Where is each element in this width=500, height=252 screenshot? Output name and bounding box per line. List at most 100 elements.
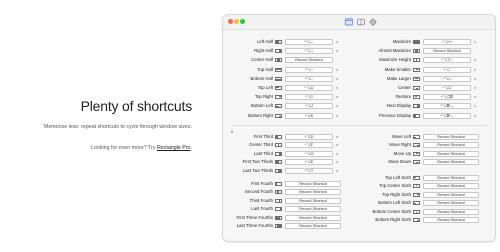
clear-shortcut-icon[interactable]: ×	[333, 142, 341, 148]
clear-shortcut-icon[interactable]: ×	[333, 113, 341, 119]
make-smaller-icon	[413, 67, 420, 72]
clear-shortcut-icon[interactable]: ×	[333, 48, 341, 54]
shortcut-recorder-first-fourth[interactable]: Record Shortcut	[285, 181, 341, 187]
clear-shortcut-icon[interactable]: ×	[471, 103, 479, 109]
next-display-icon	[413, 104, 420, 109]
shortcut-recorder-bottom-left-sixth[interactable]: Record Shortcut	[423, 200, 479, 207]
shortcut-recorder-top-half[interactable]: ^⌥↑	[285, 66, 333, 73]
shortcut-recorder-top-left[interactable]: ^⌥U	[285, 85, 333, 91]
clear-shortcut-icon[interactable]: ×	[471, 76, 479, 82]
shortcut-recorder-right-half[interactable]: ^⌥→	[285, 48, 333, 55]
shortcut-recorder-move-left[interactable]: Record Shortcut	[423, 134, 479, 140]
clear-shortcut-icon[interactable]: ×	[333, 85, 341, 91]
zoom-window-button[interactable]	[240, 19, 245, 24]
clear-shortcut-icon[interactable]: ×	[333, 151, 341, 157]
shortcut-recorder-third-fourth[interactable]: Record Shortcut	[285, 197, 341, 204]
shortcut-recorder-top-left-sixth[interactable]: Record Shortcut	[423, 175, 479, 181]
center-third-icon	[275, 143, 282, 148]
clear-shortcut-icon[interactable]: ×	[333, 67, 341, 73]
shortcut-recorder-second-fourth[interactable]: Record Shortcut	[285, 189, 341, 196]
shortcut-recorder-make-smaller[interactable]: ^⌥-	[423, 66, 471, 73]
shortcut-label-top-right-sixth: Top Right Sixth	[382, 191, 411, 197]
last-two-thirds-icon	[275, 168, 282, 173]
clear-shortcut-icon[interactable]: ×	[471, 39, 479, 45]
clear-shortcut-icon[interactable]: ×	[471, 67, 479, 73]
thumb-fill	[414, 96, 417, 98]
shortcut-recorder-make-larger[interactable]: ^⌥=	[423, 75, 471, 82]
shortcut-recorder-left-half[interactable]: ^⌥←	[285, 39, 333, 45]
clear-shortcut-icon[interactable]: ×	[471, 85, 479, 91]
window-layout-icon	[344, 18, 353, 25]
shortcut-recorder-first-two-thirds[interactable]: ^⌥E	[285, 159, 333, 166]
snap-areas-tab[interactable]	[356, 17, 365, 26]
clear-shortcut-icon[interactable]: ×	[333, 168, 341, 174]
shortcut-recorder-bottom-half[interactable]: ^⌥↓	[285, 75, 333, 82]
shortcut-recorder-maximize-height[interactable]: ^⌥⇧↑	[423, 57, 471, 64]
clear-shortcut-icon[interactable]: ×	[333, 39, 341, 45]
shortcut-recorder-almost-maximize[interactable]: Record Shortcut	[423, 48, 471, 55]
window-layout-tab[interactable]	[344, 17, 353, 26]
shortcut-recorder-maximize[interactable]: ^⌥↩	[423, 39, 471, 45]
shortcut-recorder-last-fourth[interactable]: Record Shortcut	[285, 206, 341, 213]
shortcut-recorder-last-two-thirds[interactable]: ^⌥T	[285, 167, 333, 174]
shortcut-label-second-fourth: Second Fourth	[244, 189, 273, 195]
clear-shortcut-icon[interactable]: ×	[471, 113, 479, 119]
clear-shortcut-icon[interactable]: ×	[333, 159, 341, 165]
shortcut-row-bottom-left: Bottom Left ^⌥J ×	[227, 103, 343, 110]
previous-display-icon	[413, 113, 420, 118]
shortcut-recorder-bottom-right[interactable]: ^⌥K	[285, 112, 333, 119]
expand-chevron-icon[interactable]: ▾	[231, 129, 233, 134]
bottom-left-sixth-icon	[413, 201, 420, 206]
shortcut-recorder-top-right-sixth[interactable]: Record Shortcut	[423, 191, 479, 198]
shortcut-label-right-half: Right Half	[254, 48, 273, 54]
rectangle-pro-link[interactable]: Rectangle Pro	[157, 145, 191, 151]
move-left-icon	[413, 135, 420, 139]
right-half-icon	[275, 49, 282, 54]
shortcut-label-top-right: Top Right	[254, 94, 273, 100]
thumb-fill	[414, 136, 416, 138]
shortcut-recorder-bottom-center-sixth[interactable]: Record Shortcut	[423, 208, 479, 215]
shortcut-row-top-center-sixth: Top Center Sixth Record Shortcut	[357, 183, 491, 190]
shortcut-label-center-third: Center Third	[249, 142, 273, 148]
shortcut-label-first-fourth: First Fourth	[251, 181, 273, 186]
shortcut-row-move-right: Move Right Record Shortcut	[357, 142, 491, 149]
shortcut-recorder-move-down[interactable]: Record Shortcut	[423, 159, 479, 166]
thumb-fill	[415, 185, 418, 187]
clear-shortcut-icon[interactable]: ×	[333, 76, 341, 82]
clear-shortcut-icon[interactable]: ×	[333, 103, 341, 109]
thumb-fill	[279, 208, 281, 211]
shortcut-recorder-center[interactable]: ^⌥C	[423, 85, 471, 91]
shortcut-recorder-move-right[interactable]: Record Shortcut	[423, 142, 479, 149]
shortcut-recorder-center-third[interactable]: ^⌥F	[285, 142, 333, 149]
clear-shortcut-icon[interactable]: ×	[333, 94, 341, 100]
shortcut-recorder-next-display[interactable]: ^⌥⌘→	[423, 103, 471, 110]
shortcut-recorder-bottom-left[interactable]: ^⌥J	[285, 103, 333, 110]
close-window-button[interactable]	[228, 19, 233, 24]
clear-shortcut-icon[interactable]: ×	[333, 134, 341, 140]
general-settings-tab[interactable]	[368, 17, 377, 26]
clear-shortcut-icon[interactable]: ×	[471, 94, 479, 100]
shortcut-label-first-two-thirds: First Two Thirds	[242, 159, 273, 165]
shortcut-label-last-two-thirds: Last Two Thirds	[242, 167, 273, 173]
shortcut-row-bottom-half: Bottom Half ^⌥↓ ×	[227, 75, 343, 82]
thumb-fill	[278, 50, 281, 53]
shortcut-label-third-fourth: Third Fourth	[249, 197, 273, 203]
shortcut-recorder-top-center-sixth[interactable]: Record Shortcut	[423, 183, 479, 190]
shortcut-recorder-previous-display[interactable]: ^⌥⌘←	[423, 112, 471, 119]
clear-shortcut-icon[interactable]: ×	[471, 57, 479, 63]
minimize-window-button[interactable]	[234, 19, 239, 24]
shortcut-recorder-move-up[interactable]: Record Shortcut	[423, 150, 479, 157]
shortcut-row-first-third: First Third ^⌥D ×	[227, 134, 343, 140]
shortcut-recorder-center-half[interactable]: Record Shortcut	[285, 57, 333, 64]
shortcut-label-maximize-height: Maximize Height	[379, 57, 411, 63]
shortcut-recorder-restore[interactable]: ^⌥⌫	[423, 94, 471, 101]
shortcut-recorder-bottom-right-sixth[interactable]: Record Shortcut	[423, 217, 479, 223]
shortcut-recorder-last-third[interactable]: ^⌥G	[285, 150, 333, 157]
thumb-fill	[416, 105, 419, 108]
shortcut-row-top-left: Top Left ^⌥U ×	[227, 85, 343, 91]
shortcut-recorder-top-right[interactable]: ^⌥I	[285, 94, 333, 101]
shortcut-recorder-first-third[interactable]: ^⌥D	[285, 134, 333, 140]
shortcut-label-move-down: Move Down	[388, 159, 411, 165]
shortcut-recorder-first-three-fourths[interactable]: Record Shortcut	[285, 214, 341, 221]
shortcut-recorder-last-three-fourths[interactable]: Record Shortcut	[285, 223, 341, 229]
